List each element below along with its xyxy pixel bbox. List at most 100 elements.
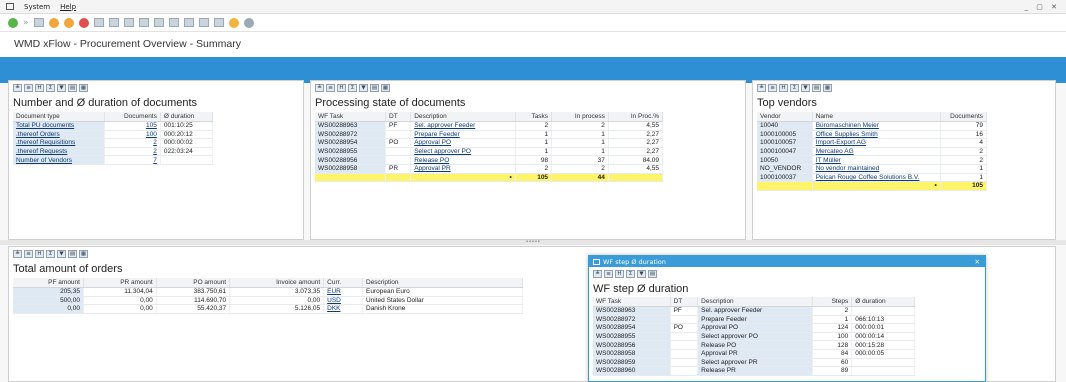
- col-vendor[interactable]: Vendor: [757, 112, 813, 122]
- col-description[interactable]: Description: [362, 278, 523, 288]
- sum-icon[interactable]: Σ: [790, 84, 799, 92]
- col-duration[interactable]: Ø duration: [851, 297, 915, 307]
- first-page-icon[interactable]: [138, 18, 149, 27]
- col-invoice-amount[interactable]: Invoice amount: [229, 278, 325, 288]
- layout-icon[interactable]: ▤: [370, 84, 379, 92]
- sap-menu-icon[interactable]: [6, 3, 14, 10]
- horizontal-splitter[interactable]: •••••: [0, 240, 1066, 245]
- layout-icon[interactable]: ▤: [68, 84, 77, 92]
- table-row: 1000100005 Office Supplies Smith 16: [757, 130, 988, 140]
- forward-icon[interactable]: »: [23, 18, 29, 28]
- export-icon[interactable]: ▦: [823, 84, 832, 92]
- table-row: WS00288972 Prepare Feeder 1 1 2,27: [315, 130, 664, 140]
- find-icon[interactable]: H: [615, 270, 624, 278]
- window-controls[interactable]: _ ▢ ✕: [1025, 3, 1060, 11]
- save-icon[interactable]: [33, 18, 44, 27]
- settings-icon[interactable]: [243, 17, 254, 28]
- sort-asc-icon[interactable]: ≜: [757, 84, 766, 92]
- filter-dropdown-icon[interactable]: ▼: [637, 270, 646, 278]
- table-row: WS00288960 Release PR 89: [593, 366, 915, 376]
- filter-icon[interactable]: ≡: [24, 250, 33, 258]
- check-icon[interactable]: [8, 17, 18, 28]
- table-row: WS00288955 Select approver PO 1 1 2,27: [315, 147, 664, 157]
- prev-page-icon[interactable]: [153, 18, 164, 27]
- menu-system[interactable]: System: [24, 3, 50, 11]
- sort-asc-icon[interactable]: ≜: [13, 84, 22, 92]
- sum-icon[interactable]: Σ: [46, 250, 55, 258]
- dialog-title: WF step Ø duration: [593, 283, 689, 295]
- col-name[interactable]: Name: [812, 112, 941, 122]
- export-icon[interactable]: ▦: [381, 84, 390, 92]
- last-page-icon[interactable]: [183, 18, 194, 27]
- layout-icon[interactable]: [198, 18, 209, 27]
- sort-asc-icon[interactable]: ≜: [13, 250, 22, 258]
- filter-dropdown-icon[interactable]: ▼: [359, 84, 368, 92]
- filter-dropdown-icon[interactable]: ▼: [801, 84, 810, 92]
- export-icon[interactable]: ▦: [79, 250, 88, 258]
- col-currency[interactable]: Curr.: [323, 278, 363, 288]
- table-row: 1000100037 Pelcan Rouge Coffee Solutions …: [757, 173, 988, 183]
- col-wf-task[interactable]: WF Task: [593, 297, 671, 307]
- table-row: 10040 Büromaschinen Meier 79: [757, 121, 988, 131]
- sort-asc-icon[interactable]: ≜: [593, 270, 602, 278]
- col-in-proc-pct[interactable]: In Proc.%: [608, 112, 664, 122]
- sum-icon[interactable]: Σ: [626, 270, 635, 278]
- processing-panel: ≜ ≡ H Σ ▼ ▤ ▦ Processing state of docume…: [310, 80, 746, 240]
- vendors-panel: ≜ ≡ H Σ ▼ ▤ ▦ Top vendors Vendor Name Do…: [752, 80, 1056, 240]
- layout2-icon[interactable]: [213, 18, 224, 27]
- col-description[interactable]: Description: [410, 112, 516, 122]
- col-pr-amount[interactable]: PR amount: [83, 278, 157, 288]
- col-documents[interactable]: Documents: [940, 112, 988, 122]
- col-document-type[interactable]: Document type: [13, 112, 106, 122]
- table-row: WS00288972 Prepare Feeder 1 066:10:13: [593, 315, 915, 325]
- find-icon[interactable]: H: [337, 84, 346, 92]
- dialog-titlebar[interactable]: WF step Ø duration ✕: [589, 256, 985, 267]
- export-icon[interactable]: ▦: [79, 84, 88, 92]
- col-duration[interactable]: Ø duration: [160, 112, 214, 122]
- exit-icon[interactable]: [63, 17, 74, 28]
- col-steps[interactable]: Steps: [812, 297, 853, 307]
- col-dt[interactable]: DT: [670, 297, 699, 307]
- filter-icon[interactable]: ≡: [326, 84, 335, 92]
- documents-table: Document type Documents Ø duration Total…: [13, 112, 214, 165]
- filter-icon[interactable]: ≡: [604, 270, 613, 278]
- processing-title: Processing state of documents: [315, 97, 466, 109]
- layout-icon[interactable]: ▤: [648, 270, 657, 278]
- alv-toolbar: ≜ ≡ H Σ ▼ ▤: [593, 269, 981, 279]
- col-wf-task[interactable]: WF Task: [315, 112, 386, 122]
- find-icon[interactable]: H: [779, 84, 788, 92]
- filter-icon[interactable]: ≡: [768, 84, 777, 92]
- sum-icon[interactable]: Σ: [46, 84, 55, 92]
- col-pf-amount[interactable]: PF amount: [13, 278, 84, 288]
- find-icon[interactable]: H: [35, 250, 44, 258]
- next-page-icon[interactable]: [168, 18, 179, 27]
- col-description[interactable]: Description: [697, 297, 813, 307]
- table-row: 1000100057 Import-Export AG 4: [757, 138, 988, 148]
- help-icon[interactable]: [228, 17, 239, 28]
- back-icon[interactable]: [48, 17, 59, 28]
- sum-icon[interactable]: Σ: [348, 84, 357, 92]
- table-row: .thereof Orders 100 000:20:12: [13, 130, 214, 140]
- menu-help[interactable]: Help: [60, 3, 76, 11]
- col-in-process[interactable]: In process: [551, 112, 609, 122]
- print-icon[interactable]: [93, 18, 104, 27]
- layout-icon[interactable]: ▤: [812, 84, 821, 92]
- filter-icon[interactable]: ≡: [24, 84, 33, 92]
- find-icon[interactable]: [108, 18, 119, 27]
- table-row: WS00288954 PO Approval PO 124 000:00:01: [593, 323, 915, 333]
- dialog-window-title: WF step Ø duration: [603, 257, 666, 266]
- layout-icon[interactable]: ▤: [68, 250, 77, 258]
- find-next-icon[interactable]: [123, 18, 134, 27]
- col-tasks[interactable]: Tasks: [515, 112, 553, 122]
- filter-dropdown-icon[interactable]: ▼: [57, 250, 66, 258]
- table-row: Total PU documents 105 001:10:25: [13, 121, 214, 131]
- col-dt[interactable]: DT: [385, 112, 412, 122]
- table-row: 205,35 11.304,04 383.750,61 3.073,35 EUR Euro…: [13, 287, 523, 297]
- sort-asc-icon[interactable]: ≜: [315, 84, 324, 92]
- find-icon[interactable]: H: [35, 84, 44, 92]
- close-icon[interactable]: ✕: [975, 258, 980, 266]
- filter-dropdown-icon[interactable]: ▼: [57, 84, 66, 92]
- col-documents[interactable]: Documents: [104, 112, 161, 122]
- col-po-amount[interactable]: PO amount: [156, 278, 231, 288]
- cancel-icon[interactable]: [78, 17, 89, 28]
